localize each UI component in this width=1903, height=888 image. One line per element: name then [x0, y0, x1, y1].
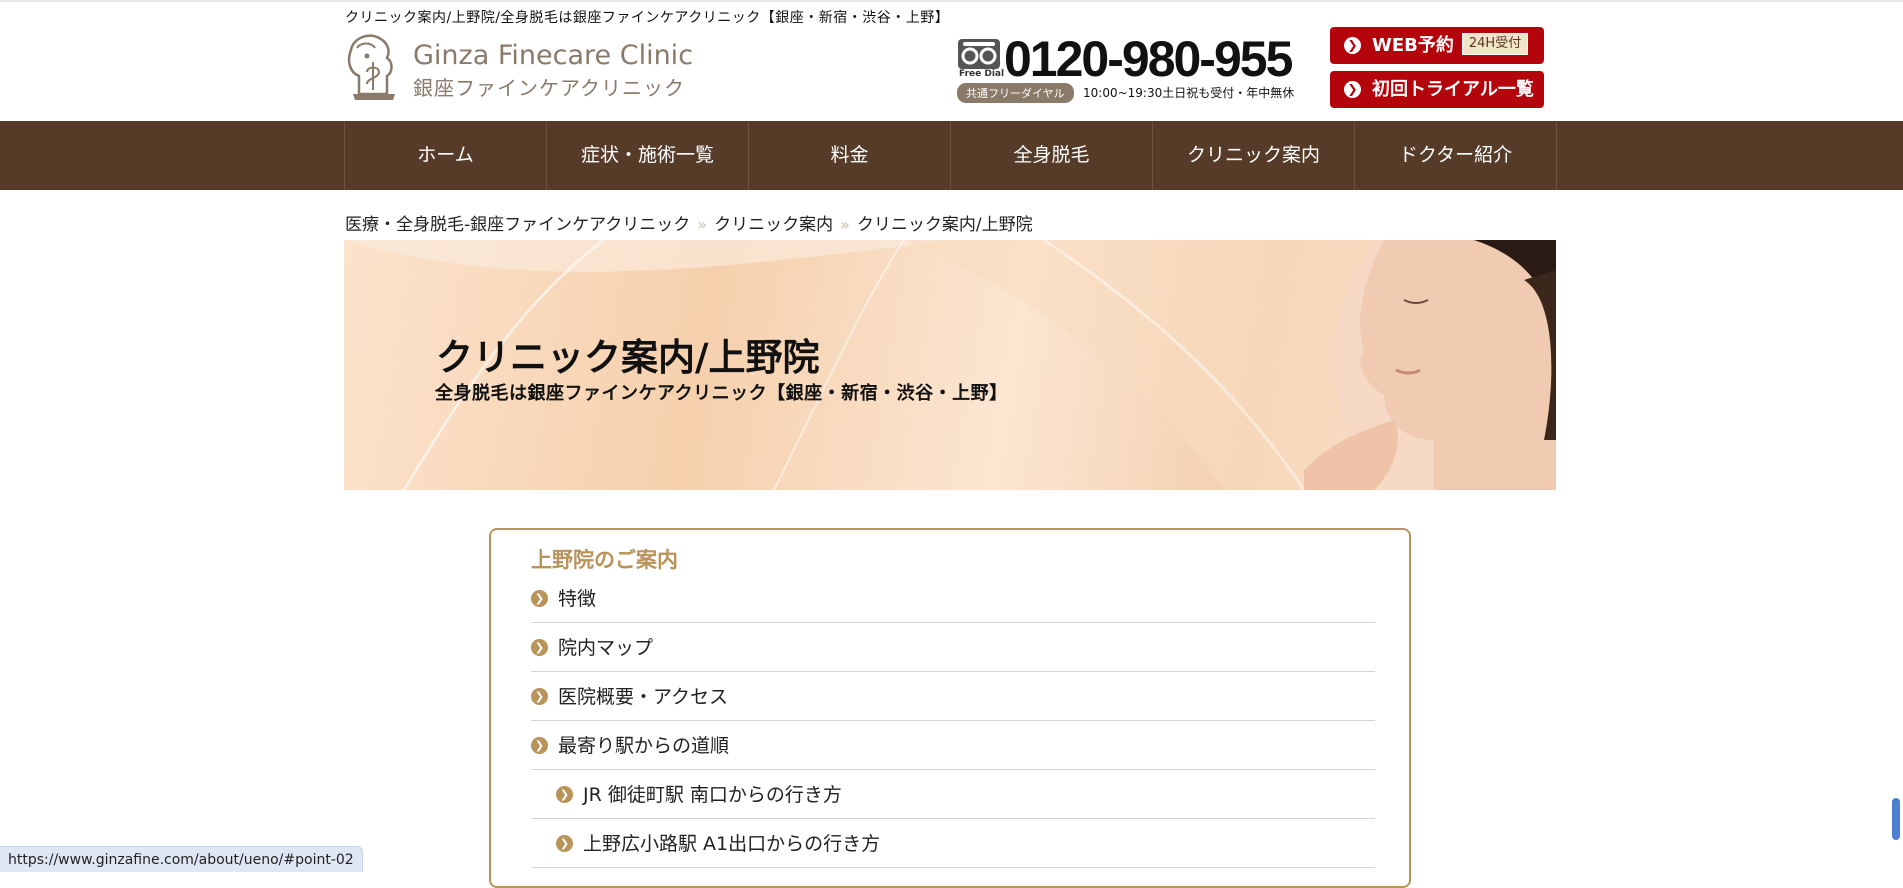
toc-subitem-ueno-hirokoji[interactable]: ❯ 上野広小路駅 A1出口からの行き方 — [531, 819, 1375, 868]
phone-number[interactable]: 0120-980-955 — [1004, 30, 1293, 88]
nav-item-full-body-hair-removal[interactable]: 全身脱毛 — [951, 121, 1153, 190]
page-subtitle: 全身脱毛は銀座ファインケアクリニック【銀座・新宿・渋谷・上野】 — [435, 383, 1008, 404]
chevron-right-circle-icon: ❯ — [531, 639, 548, 656]
toc-item-directions[interactable]: ❯ 最寄り駅からの道順 — [531, 721, 1375, 770]
trial-list-button[interactable]: ❯ 初回トライアル一覧 — [1330, 71, 1544, 108]
chevron-right-circle-icon: ❯ — [1344, 81, 1361, 98]
free-dial-label: Free Dial — [959, 69, 1005, 79]
web-reserve-button[interactable]: ❯ WEB予約 24H受付 — [1330, 27, 1544, 64]
chevron-right-circle-icon: ❯ — [556, 786, 573, 803]
nav-item-treatments[interactable]: 症状・施術一覧 — [547, 121, 749, 190]
breadcrumb-item-current: クリニック案内/上野院 — [856, 215, 1033, 235]
chevron-right-circle-icon: ❯ — [556, 835, 573, 852]
toc-subitem-okachimachi[interactable]: ❯ JR 御徒町駅 南口からの行き方 — [531, 770, 1375, 819]
phone-hours: 10:00~19:30土日祝も受付・年中無休 — [1083, 86, 1295, 100]
nav-item-home[interactable]: ホーム — [345, 121, 547, 190]
toc-item-label: 特徴 — [558, 588, 597, 610]
scrollbar-thumb[interactable] — [1892, 798, 1900, 840]
toc-list: ❯ 特徴 ❯ 院内マップ ❯ 医院概要・アクセス ❯ 最寄り駅からの道順 ❯ J… — [531, 574, 1375, 868]
logo-text-en: Ginza Finecare Clinic — [413, 40, 694, 71]
lion-crest-icon — [347, 34, 395, 100]
top-border — [0, 0, 1903, 2]
nav-item-doctors[interactable]: ドクター紹介 — [1355, 121, 1557, 190]
toc-item-label: JR 御徒町駅 南口からの行き方 — [583, 784, 842, 806]
nav-item-price[interactable]: 料金 — [749, 121, 951, 190]
breadcrumb: 医療・全身脱毛-銀座ファインケアクリニック » クリニック案内 » クリニック案内/上野… — [345, 210, 1033, 235]
phone-badge: 共通フリーダイヤル — [957, 83, 1074, 103]
web-reserve-label: WEB予約 — [1372, 35, 1454, 56]
toc-item-features[interactable]: ❯ 特徴 — [531, 574, 1375, 623]
breadcrumb-separator: » — [840, 215, 850, 234]
toc-title: 上野院のご案内 — [531, 548, 678, 572]
phone-block[interactable]: Free Dial 0120-980-955 共通フリーダイヤル 10:00~1… — [957, 31, 1299, 103]
breadcrumb-item-home[interactable]: 医療・全身脱毛-銀座ファインケアクリニック — [345, 215, 690, 235]
chevron-right-circle-icon: ❯ — [531, 590, 548, 607]
table-of-contents: 上野院のご案内 ❯ 特徴 ❯ 院内マップ ❯ 医院概要・アクセス ❯ 最寄り駅か… — [489, 528, 1411, 888]
chevron-right-circle-icon: ❯ — [531, 737, 548, 754]
trial-list-label: 初回トライアル一覧 — [1372, 79, 1534, 100]
toc-item-label: 最寄り駅からの道順 — [558, 735, 730, 757]
chevron-right-circle-icon: ❯ — [531, 688, 548, 705]
global-nav-items: ホーム 症状・施術一覧 料金 全身脱毛 クリニック案内 ドクター紹介 — [344, 121, 1557, 190]
site-tagline: クリニック案内/上野院/全身脱毛は銀座ファインケアクリニック【銀座・新宿・渋谷・… — [345, 10, 950, 26]
hero-banner: クリニック案内/上野院 全身脱毛は銀座ファインケアクリニック【銀座・新宿・渋谷・… — [344, 240, 1556, 490]
global-nav: ホーム 症状・施術一覧 料金 全身脱毛 クリニック案内 ドクター紹介 — [0, 121, 1903, 190]
site-logo[interactable]: Ginza Finecare Clinic 銀座ファインケアクリニック — [343, 32, 693, 104]
breadcrumb-separator: » — [697, 215, 708, 234]
browser-status-url: https://www.ginzafine.com/about/ueno/#po… — [0, 846, 363, 872]
nav-item-clinic-guide[interactable]: クリニック案内 — [1153, 121, 1355, 190]
toc-item-label: 上野広小路駅 A1出口からの行き方 — [583, 833, 881, 855]
toc-item-label: 院内マップ — [558, 637, 654, 659]
toc-item-overview-access[interactable]: ❯ 医院概要・アクセス — [531, 672, 1375, 721]
breadcrumb-item-clinic-guide[interactable]: クリニック案内 — [714, 215, 833, 235]
web-reserve-24h-tag: 24H受付 — [1461, 33, 1529, 55]
page-title: クリニック案内/上野院 — [436, 336, 820, 379]
logo-text-ja: 銀座ファインケアクリニック — [413, 76, 685, 100]
toc-item-label: 医院概要・アクセス — [558, 686, 729, 708]
chevron-right-circle-icon: ❯ — [1344, 37, 1361, 54]
toc-item-floor-map[interactable]: ❯ 院内マップ — [531, 623, 1375, 672]
